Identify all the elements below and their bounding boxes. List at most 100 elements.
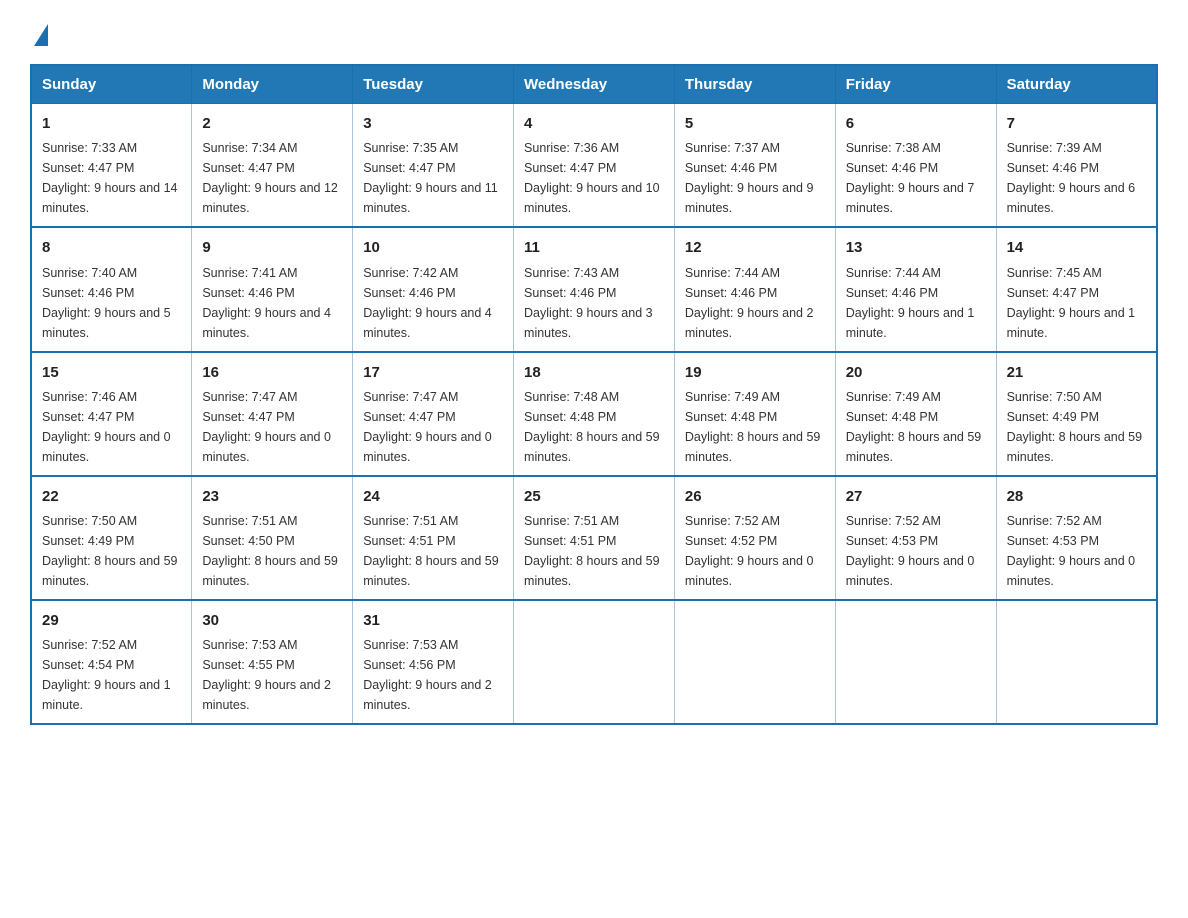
calendar-day-cell: 9 Sunrise: 7:41 AMSunset: 4:46 PMDayligh… — [192, 227, 353, 351]
day-number: 13 — [846, 236, 986, 259]
day-info: Sunrise: 7:49 AMSunset: 4:48 PMDaylight:… — [846, 387, 986, 467]
day-number: 20 — [846, 361, 986, 384]
day-number: 1 — [42, 112, 181, 135]
day-number: 21 — [1007, 361, 1146, 384]
day-info: Sunrise: 7:50 AMSunset: 4:49 PMDaylight:… — [1007, 387, 1146, 467]
calendar-day-cell: 20 Sunrise: 7:49 AMSunset: 4:48 PMDaylig… — [835, 352, 996, 476]
day-info: Sunrise: 7:45 AMSunset: 4:47 PMDaylight:… — [1007, 263, 1146, 343]
calendar-header-row: SundayMondayTuesdayWednesdayThursdayFrid… — [31, 65, 1157, 104]
day-info: Sunrise: 7:36 AMSunset: 4:47 PMDaylight:… — [524, 138, 664, 218]
day-info: Sunrise: 7:46 AMSunset: 4:47 PMDaylight:… — [42, 387, 181, 467]
calendar-day-cell: 10 Sunrise: 7:42 AMSunset: 4:46 PMDaylig… — [353, 227, 514, 351]
calendar-day-cell: 28 Sunrise: 7:52 AMSunset: 4:53 PMDaylig… — [996, 476, 1157, 600]
day-info: Sunrise: 7:39 AMSunset: 4:46 PMDaylight:… — [1007, 138, 1146, 218]
calendar-day-cell: 7 Sunrise: 7:39 AMSunset: 4:46 PMDayligh… — [996, 104, 1157, 228]
day-info: Sunrise: 7:34 AMSunset: 4:47 PMDaylight:… — [202, 138, 342, 218]
header-sunday: Sunday — [31, 65, 192, 104]
day-info: Sunrise: 7:43 AMSunset: 4:46 PMDaylight:… — [524, 263, 664, 343]
day-info: Sunrise: 7:53 AMSunset: 4:55 PMDaylight:… — [202, 635, 342, 715]
day-number: 25 — [524, 485, 664, 508]
day-info: Sunrise: 7:48 AMSunset: 4:48 PMDaylight:… — [524, 387, 664, 467]
page-header — [30, 20, 1158, 46]
logo-triangle-icon — [34, 24, 48, 46]
day-number: 11 — [524, 236, 664, 259]
calendar-week-row: 15 Sunrise: 7:46 AMSunset: 4:47 PMDaylig… — [31, 352, 1157, 476]
day-number: 3 — [363, 112, 503, 135]
empty-cell — [835, 600, 996, 724]
day-number: 17 — [363, 361, 503, 384]
calendar-day-cell: 17 Sunrise: 7:47 AMSunset: 4:47 PMDaylig… — [353, 352, 514, 476]
day-number: 7 — [1007, 112, 1146, 135]
day-info: Sunrise: 7:35 AMSunset: 4:47 PMDaylight:… — [363, 138, 503, 218]
day-number: 10 — [363, 236, 503, 259]
calendar-day-cell: 6 Sunrise: 7:38 AMSunset: 4:46 PMDayligh… — [835, 104, 996, 228]
calendar-week-row: 22 Sunrise: 7:50 AMSunset: 4:49 PMDaylig… — [31, 476, 1157, 600]
calendar-day-cell: 27 Sunrise: 7:52 AMSunset: 4:53 PMDaylig… — [835, 476, 996, 600]
calendar-day-cell: 14 Sunrise: 7:45 AMSunset: 4:47 PMDaylig… — [996, 227, 1157, 351]
day-info: Sunrise: 7:51 AMSunset: 4:50 PMDaylight:… — [202, 511, 342, 591]
day-info: Sunrise: 7:49 AMSunset: 4:48 PMDaylight:… — [685, 387, 825, 467]
day-info: Sunrise: 7:47 AMSunset: 4:47 PMDaylight:… — [363, 387, 503, 467]
day-number: 6 — [846, 112, 986, 135]
day-info: Sunrise: 7:50 AMSunset: 4:49 PMDaylight:… — [42, 511, 181, 591]
day-info: Sunrise: 7:53 AMSunset: 4:56 PMDaylight:… — [363, 635, 503, 715]
day-info: Sunrise: 7:44 AMSunset: 4:46 PMDaylight:… — [846, 263, 986, 343]
day-info: Sunrise: 7:51 AMSunset: 4:51 PMDaylight:… — [524, 511, 664, 591]
logo — [30, 20, 48, 46]
day-info: Sunrise: 7:40 AMSunset: 4:46 PMDaylight:… — [42, 263, 181, 343]
day-number: 28 — [1007, 485, 1146, 508]
calendar-table: SundayMondayTuesdayWednesdayThursdayFrid… — [30, 64, 1158, 725]
calendar-day-cell: 22 Sunrise: 7:50 AMSunset: 4:49 PMDaylig… — [31, 476, 192, 600]
calendar-day-cell: 23 Sunrise: 7:51 AMSunset: 4:50 PMDaylig… — [192, 476, 353, 600]
calendar-day-cell: 11 Sunrise: 7:43 AMSunset: 4:46 PMDaylig… — [514, 227, 675, 351]
empty-cell — [514, 600, 675, 724]
calendar-week-row: 8 Sunrise: 7:40 AMSunset: 4:46 PMDayligh… — [31, 227, 1157, 351]
day-number: 22 — [42, 485, 181, 508]
day-number: 31 — [363, 609, 503, 632]
calendar-week-row: 1 Sunrise: 7:33 AMSunset: 4:47 PMDayligh… — [31, 104, 1157, 228]
header-tuesday: Tuesday — [353, 65, 514, 104]
calendar-day-cell: 15 Sunrise: 7:46 AMSunset: 4:47 PMDaylig… — [31, 352, 192, 476]
day-number: 5 — [685, 112, 825, 135]
day-number: 9 — [202, 236, 342, 259]
calendar-day-cell: 18 Sunrise: 7:48 AMSunset: 4:48 PMDaylig… — [514, 352, 675, 476]
day-number: 12 — [685, 236, 825, 259]
calendar-day-cell: 1 Sunrise: 7:33 AMSunset: 4:47 PMDayligh… — [31, 104, 192, 228]
day-number: 26 — [685, 485, 825, 508]
calendar-day-cell: 21 Sunrise: 7:50 AMSunset: 4:49 PMDaylig… — [996, 352, 1157, 476]
day-info: Sunrise: 7:41 AMSunset: 4:46 PMDaylight:… — [202, 263, 342, 343]
day-number: 24 — [363, 485, 503, 508]
calendar-day-cell: 16 Sunrise: 7:47 AMSunset: 4:47 PMDaylig… — [192, 352, 353, 476]
day-info: Sunrise: 7:52 AMSunset: 4:53 PMDaylight:… — [846, 511, 986, 591]
calendar-day-cell: 13 Sunrise: 7:44 AMSunset: 4:46 PMDaylig… — [835, 227, 996, 351]
calendar-week-row: 29 Sunrise: 7:52 AMSunset: 4:54 PMDaylig… — [31, 600, 1157, 724]
day-info: Sunrise: 7:52 AMSunset: 4:52 PMDaylight:… — [685, 511, 825, 591]
empty-cell — [996, 600, 1157, 724]
calendar-day-cell: 26 Sunrise: 7:52 AMSunset: 4:52 PMDaylig… — [674, 476, 835, 600]
header-wednesday: Wednesday — [514, 65, 675, 104]
day-info: Sunrise: 7:52 AMSunset: 4:54 PMDaylight:… — [42, 635, 181, 715]
day-info: Sunrise: 7:38 AMSunset: 4:46 PMDaylight:… — [846, 138, 986, 218]
day-number: 30 — [202, 609, 342, 632]
day-info: Sunrise: 7:47 AMSunset: 4:47 PMDaylight:… — [202, 387, 342, 467]
day-number: 8 — [42, 236, 181, 259]
header-monday: Monday — [192, 65, 353, 104]
header-thursday: Thursday — [674, 65, 835, 104]
header-friday: Friday — [835, 65, 996, 104]
calendar-day-cell: 30 Sunrise: 7:53 AMSunset: 4:55 PMDaylig… — [192, 600, 353, 724]
calendar-day-cell: 2 Sunrise: 7:34 AMSunset: 4:47 PMDayligh… — [192, 104, 353, 228]
calendar-day-cell: 8 Sunrise: 7:40 AMSunset: 4:46 PMDayligh… — [31, 227, 192, 351]
day-info: Sunrise: 7:33 AMSunset: 4:47 PMDaylight:… — [42, 138, 181, 218]
day-number: 15 — [42, 361, 181, 384]
day-number: 14 — [1007, 236, 1146, 259]
day-number: 23 — [202, 485, 342, 508]
day-info: Sunrise: 7:37 AMSunset: 4:46 PMDaylight:… — [685, 138, 825, 218]
day-number: 2 — [202, 112, 342, 135]
calendar-day-cell: 29 Sunrise: 7:52 AMSunset: 4:54 PMDaylig… — [31, 600, 192, 724]
calendar-day-cell: 24 Sunrise: 7:51 AMSunset: 4:51 PMDaylig… — [353, 476, 514, 600]
day-number: 27 — [846, 485, 986, 508]
calendar-day-cell: 19 Sunrise: 7:49 AMSunset: 4:48 PMDaylig… — [674, 352, 835, 476]
day-number: 19 — [685, 361, 825, 384]
calendar-day-cell: 12 Sunrise: 7:44 AMSunset: 4:46 PMDaylig… — [674, 227, 835, 351]
day-info: Sunrise: 7:44 AMSunset: 4:46 PMDaylight:… — [685, 263, 825, 343]
